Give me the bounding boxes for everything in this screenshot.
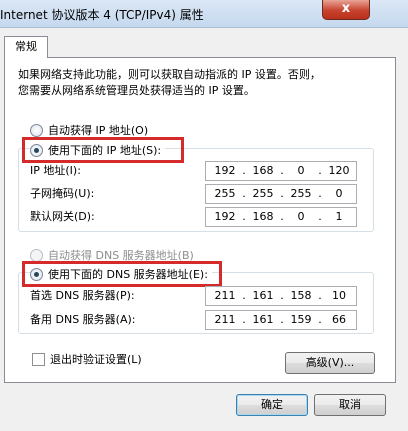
octet: 161 xyxy=(252,289,274,302)
octet: 158 xyxy=(290,289,312,302)
auto-ip-radio[interactable]: 自动获得 IP 地址(O) xyxy=(30,122,148,138)
advanced-button[interactable]: 高级(V)... xyxy=(285,352,375,374)
alternate-dns-label: 备用 DNS 服务器(A): xyxy=(30,313,136,326)
octet: 66 xyxy=(332,313,346,326)
subnet-mask-label: 子网掩码(U): xyxy=(30,187,95,200)
highlight-box-dns xyxy=(22,261,222,287)
octet: 168 xyxy=(252,164,274,177)
octet: 120 xyxy=(328,164,350,177)
octet: 255 xyxy=(252,187,274,200)
ip-address-field[interactable]: 192 . 168 . 0 . 120 xyxy=(205,161,357,181)
octet: 161 xyxy=(252,313,274,326)
octet: 159 xyxy=(290,313,312,326)
close-icon: x xyxy=(341,1,351,16)
alternate-dns-field[interactable]: 211 . 161 . 159 . 66 xyxy=(205,310,357,330)
octet: 0 xyxy=(297,164,305,177)
radio-icon xyxy=(30,248,43,262)
validate-on-exit-label: 退出时验证设置(L) xyxy=(50,353,142,366)
octet: 211 xyxy=(214,289,236,302)
description-line-1: 如果网络支持此功能，则可以获取自动指派的 IP 设置。否则， xyxy=(18,68,321,81)
close-button[interactable]: x xyxy=(322,0,370,20)
highlight-box-ip xyxy=(22,137,184,163)
tab-general[interactable]: 常规 xyxy=(4,36,48,58)
checkbox-icon xyxy=(32,352,45,366)
default-gateway-field[interactable]: 192 . 168 . 0 . 1 xyxy=(205,207,357,227)
octet: 0 xyxy=(297,210,305,223)
default-gateway-label: 默认网关(D): xyxy=(30,210,95,223)
preferred-dns-label: 首选 DNS 服务器(P): xyxy=(30,289,135,302)
octet: 192 xyxy=(214,210,236,223)
octet: 1 xyxy=(335,210,343,223)
tab-general-label: 常规 xyxy=(15,40,37,53)
cancel-button[interactable]: 取消 xyxy=(314,394,386,416)
subnet-mask-field[interactable]: 255 . 255 . 255 . 0 xyxy=(205,184,357,204)
octet: 211 xyxy=(214,313,236,326)
octet: 255 xyxy=(290,187,312,200)
octet: 192 xyxy=(214,164,236,177)
ip-address-label: IP 地址(I): xyxy=(30,164,81,177)
octet: 0 xyxy=(335,187,343,200)
octet: 255 xyxy=(214,187,236,200)
validate-on-exit-checkbox[interactable]: 退出时验证设置(L) xyxy=(32,351,142,367)
ok-button[interactable]: 确定 xyxy=(236,394,308,416)
radio-icon xyxy=(30,123,43,137)
description-line-2: 您需要从网络系统管理员处获得适当的 IP 设置。 xyxy=(18,84,255,97)
window-title: Internet 协议版本 4 (TCP/IPv4) 属性 xyxy=(0,8,204,22)
preferred-dns-field[interactable]: 211 . 161 . 158 . 10 xyxy=(205,286,357,306)
octet: 10 xyxy=(332,289,346,302)
title-bar: Internet 协议版本 4 (TCP/IPv4) 属性 x xyxy=(0,0,408,28)
octet: 168 xyxy=(252,210,274,223)
description-text: 如果网络支持此功能，则可以获取自动指派的 IP 设置。否则， 您需要从网络系统管… xyxy=(18,67,388,99)
auto-ip-radio-label: 自动获得 IP 地址(O) xyxy=(48,124,149,137)
